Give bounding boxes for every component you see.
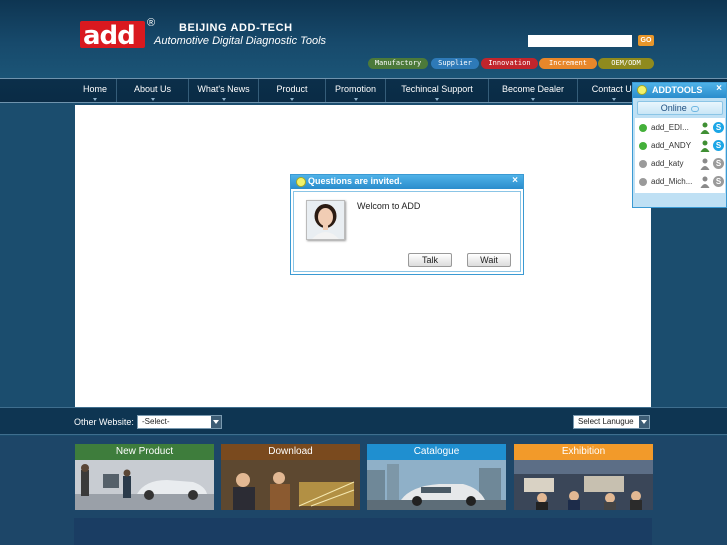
- online-status-icon: [639, 142, 647, 150]
- other-website-label: Other Website:: [74, 417, 134, 427]
- widget-title-bar[interactable]: ADDTOOLS ×: [633, 83, 726, 98]
- wait-button[interactable]: Wait: [467, 253, 511, 267]
- contact-name: add_EDI...: [651, 123, 689, 132]
- brand-tagline: Automotive Digital Diagnostic Tools: [154, 35, 327, 47]
- widget-title: ADDTOOLS: [652, 85, 703, 95]
- registered-mark: ®: [147, 17, 156, 29]
- search-input[interactable]: [528, 35, 632, 47]
- nav-item-label: Home: [82, 84, 107, 94]
- caret-down-icon: [150, 98, 155, 101]
- download-image: [221, 460, 360, 510]
- dialog-body: Welcom to ADD Talk Wait: [293, 191, 521, 272]
- person-icon[interactable]: [700, 122, 710, 134]
- pill-oem-odm[interactable]: OEM/ODM: [598, 58, 654, 69]
- nav-item-label: About Us: [133, 84, 172, 94]
- skype-icon[interactable]: S: [713, 176, 724, 187]
- nav-item-technical-support[interactable]: Techincal Support: [386, 79, 489, 102]
- language-select[interactable]: Select Lanugue: [573, 415, 650, 429]
- site-header: add ® BEIJING ADD-TECH Automotive Digita…: [0, 0, 727, 80]
- offline-status-icon: [639, 160, 647, 168]
- logo-word: add: [83, 21, 136, 48]
- caret-down-icon: [435, 98, 439, 101]
- contact-row[interactable]: add_katy S: [635, 155, 725, 173]
- footer-panel: [74, 518, 652, 545]
- nav-item-label: Product: [276, 84, 308, 94]
- brand-logo[interactable]: add: [80, 21, 145, 48]
- agent-avatar: [306, 200, 345, 240]
- nav-item-whats-news[interactable]: What's News: [189, 79, 259, 102]
- chat-bubble-icon: [637, 85, 647, 95]
- close-icon[interactable]: ×: [512, 175, 518, 186]
- contact-row[interactable]: add_ANDY S: [635, 137, 725, 155]
- go-button[interactable]: GO: [638, 35, 654, 46]
- offline-status-icon: [639, 178, 647, 186]
- new-product-image: [75, 460, 214, 510]
- card-new-product[interactable]: New Product: [75, 444, 214, 510]
- pill-supplier[interactable]: Supplier: [431, 58, 479, 69]
- nav-item-home[interactable]: Home: [74, 79, 117, 102]
- caret-down-icon: [93, 98, 97, 101]
- pill-increment[interactable]: Increment: [539, 58, 597, 69]
- other-website-select[interactable]: -Select-: [137, 415, 222, 429]
- footer-bar: Other Website: -Select- Select Lanugue: [0, 407, 727, 435]
- chat-widget: ADDTOOLS × Online add_EDI... S add_ANDY …: [632, 82, 727, 208]
- caret-down-icon: [612, 98, 616, 101]
- chevron-down-icon: [639, 416, 649, 428]
- online-label: Online: [660, 103, 687, 113]
- chat-invite-dialog: Questions are invited. × Welcom to ADD T…: [290, 174, 524, 275]
- nav-item-label: Become Dealer: [501, 84, 565, 94]
- nav-item-label: Techincal Support: [401, 84, 473, 94]
- select-value: Select Lanugue: [578, 417, 634, 426]
- contact-name: add_ANDY: [651, 141, 692, 150]
- person-icon[interactable]: [700, 158, 710, 170]
- card-title: New Product: [75, 444, 214, 460]
- pill-manufactory[interactable]: Manufactory: [368, 58, 428, 69]
- brand-name: BEIJING ADD-TECH: [179, 22, 293, 34]
- nav-item-label: Promotion: [334, 84, 377, 94]
- caret-down-icon: [221, 98, 226, 101]
- nav-item-label: What's News: [197, 84, 250, 94]
- pill-innovation[interactable]: Innovation: [481, 58, 538, 69]
- person-icon[interactable]: [700, 176, 710, 188]
- online-tab[interactable]: Online: [637, 101, 723, 115]
- card-catalogue[interactable]: Catalogue: [367, 444, 506, 510]
- contact-row[interactable]: add_Mich... S: [635, 173, 725, 191]
- contact-name: add_katy: [651, 159, 684, 168]
- dialog-message: Welcom to ADD: [357, 201, 421, 211]
- close-icon[interactable]: ×: [716, 83, 722, 94]
- dialog-title-bar[interactable]: Questions are invited. ×: [291, 175, 523, 189]
- main-nav: Home About Us What's News Product Promot…: [0, 78, 727, 103]
- nav-item-become-dealer[interactable]: Become Dealer: [489, 79, 578, 102]
- chat-bubble-icon: [691, 105, 700, 112]
- chevron-down-icon: [211, 416, 221, 428]
- caret-down-icon: [531, 98, 535, 101]
- contact-list: add_EDI... S add_ANDY S add_katy S add_M…: [635, 118, 725, 193]
- caret-down-icon: [290, 98, 294, 101]
- chat-bubble-icon: [296, 177, 306, 187]
- nav-item-promotion[interactable]: Promotion: [326, 79, 386, 102]
- nav-item-product[interactable]: Product: [259, 79, 326, 102]
- nav-item-label: Contact Us: [591, 84, 637, 94]
- card-title: Download: [221, 444, 360, 460]
- skype-icon[interactable]: S: [713, 122, 724, 133]
- card-title: Catalogue: [367, 444, 506, 460]
- card-exhibition[interactable]: Exhibition: [514, 444, 653, 510]
- nav-item-about-us[interactable]: About Us: [117, 79, 189, 102]
- person-icon[interactable]: [700, 140, 710, 152]
- select-value: -Select-: [142, 417, 170, 426]
- card-title: Exhibition: [514, 444, 653, 460]
- dialog-title: Questions are invited.: [308, 176, 403, 186]
- contact-row[interactable]: add_EDI... S: [635, 119, 725, 137]
- online-status-icon: [639, 124, 647, 132]
- exhibition-image: [514, 460, 653, 510]
- contact-name: add_Mich...: [651, 177, 693, 186]
- talk-button[interactable]: Talk: [408, 253, 452, 267]
- skype-icon[interactable]: S: [713, 140, 724, 151]
- card-download[interactable]: Download: [221, 444, 360, 510]
- skype-icon[interactable]: S: [713, 158, 724, 169]
- caret-down-icon: [353, 98, 358, 101]
- catalogue-image: [367, 460, 506, 510]
